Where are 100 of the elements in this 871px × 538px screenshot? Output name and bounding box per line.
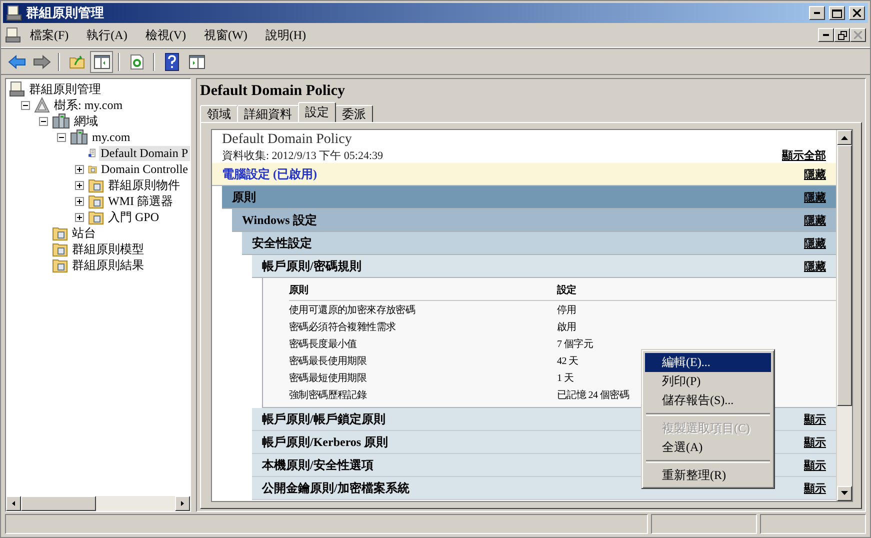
plus-icon xyxy=(77,214,82,220)
section-title: 安全性設定 xyxy=(252,234,312,252)
menu-item[interactable]: 視窗(W) xyxy=(195,24,256,46)
section-title: 帳戶原則/Kerberos 原則 xyxy=(262,434,388,450)
menu-item[interactable]: 儲存報告(S)... xyxy=(645,391,771,410)
section-title: 本機原則/安全性選項 xyxy=(262,456,374,474)
tab[interactable]: 領域 xyxy=(200,105,238,122)
close-icon xyxy=(854,31,862,39)
back-arrow-icon xyxy=(8,55,26,69)
show-all-link[interactable]: 顯示全部 xyxy=(782,148,826,163)
hide-link[interactable]: 隱藏 xyxy=(804,236,826,250)
menu-item[interactable]: 全選(A) xyxy=(645,438,771,457)
collapse-button[interactable] xyxy=(21,100,30,110)
plus-icon xyxy=(77,182,82,188)
table-cell-text: 密碼最短使用期限 xyxy=(289,372,367,384)
console-icon xyxy=(9,81,25,97)
show-link[interactable]: 顯示 xyxy=(804,434,826,450)
menu-item[interactable]: 重新整理(R) xyxy=(645,466,771,485)
tree-item[interactable]: 樹系: my.com xyxy=(52,96,125,114)
tree-item[interactable]: my.com xyxy=(90,130,132,144)
close-button[interactable] xyxy=(849,6,865,20)
show-link[interactable]: 顯示 xyxy=(804,412,826,426)
table-cell-text: 7 個字元 xyxy=(557,338,594,350)
up-arrow-icon xyxy=(841,135,848,140)
tree-item[interactable]: 群組原則管理 xyxy=(27,80,103,98)
action-pane-icon xyxy=(188,55,204,69)
tab[interactable]: 詳細資料 xyxy=(237,105,299,122)
maximize-button[interactable] xyxy=(829,6,845,20)
table-cell-text: 已記憶 24 個密碼 xyxy=(557,388,630,402)
minus-icon xyxy=(59,134,64,140)
close-button[interactable] xyxy=(850,28,866,42)
servers-icon xyxy=(52,113,70,129)
minimize-button[interactable] xyxy=(818,28,834,42)
folder-up-icon xyxy=(68,54,84,70)
section-title: 電腦設定 (已啟用) xyxy=(222,166,317,182)
close-icon xyxy=(853,9,861,17)
table-cell-text: 使用可還原的加密來存放密碼 xyxy=(289,304,416,316)
servers-icon xyxy=(70,129,88,145)
triangle-icon xyxy=(34,97,50,113)
hide-link[interactable]: 隱藏 xyxy=(804,190,826,204)
restore-button[interactable] xyxy=(834,28,850,42)
plus-icon xyxy=(77,166,82,172)
folder-icon xyxy=(52,257,68,273)
maximize-icon xyxy=(832,8,842,18)
section-title: 帳戶原則/密碼規則 xyxy=(262,258,362,274)
menu-item[interactable]: 說明(H) xyxy=(256,24,316,46)
show-link[interactable]: 顯示 xyxy=(804,480,826,496)
tab[interactable]: 設定 xyxy=(298,102,336,122)
vertical-scrollbar[interactable] xyxy=(836,130,852,501)
tree-item[interactable]: Domain Controlle xyxy=(99,162,190,176)
menu-item[interactable]: 執行(A) xyxy=(78,24,136,46)
tree-item[interactable]: Default Domain P xyxy=(98,146,190,160)
expand-button[interactable] xyxy=(75,164,84,174)
section-title: 帳戶原則/帳戶鎖定原則 xyxy=(262,410,386,428)
toolbar-button[interactable] xyxy=(90,51,113,73)
console-icon xyxy=(6,5,22,21)
menu-item[interactable]: 檢視(V) xyxy=(136,24,196,46)
tree-item[interactable]: WMI 篩選器 xyxy=(106,192,175,210)
tree-item[interactable]: 群組原則結果 xyxy=(70,256,146,274)
down-arrow-icon xyxy=(841,491,848,496)
expand-button[interactable] xyxy=(75,212,84,222)
tree-item[interactable]: 入門 GPO xyxy=(106,208,162,226)
folder-icon xyxy=(52,241,68,257)
collapse-button[interactable] xyxy=(57,132,66,142)
minimize-icon xyxy=(814,12,820,14)
show-link[interactable]: 顯示 xyxy=(804,458,826,472)
refresh-icon xyxy=(130,54,144,70)
tree-item[interactable]: 群組原則模型 xyxy=(70,240,146,258)
expand-button[interactable] xyxy=(75,196,84,206)
help-icon xyxy=(164,53,178,71)
right-arrow-icon xyxy=(179,501,186,506)
expand-button[interactable] xyxy=(75,180,84,190)
folder-icon xyxy=(52,225,68,241)
column-header: 原則 xyxy=(289,284,308,297)
table-cell-text: 啟用 xyxy=(557,320,576,334)
tab[interactable]: 委派 xyxy=(335,105,373,122)
table-cell-text: 密碼長度最小值 xyxy=(289,338,357,350)
hide-link[interactable]: 隱藏 xyxy=(804,166,826,182)
column-header: 設定 xyxy=(557,283,576,297)
section-title: 公開金鑰原則/加密檔案系統 xyxy=(262,480,410,496)
collapse-button[interactable] xyxy=(39,116,48,126)
hide-link[interactable]: 隱藏 xyxy=(804,212,826,228)
minimize-button[interactable] xyxy=(809,6,825,20)
restore-icon xyxy=(838,30,846,40)
table-cell-text: 1 天 xyxy=(557,372,574,384)
table-cell-text: 密碼必須符合複雜性需求 xyxy=(289,320,396,334)
menu-item[interactable]: 檔案(F) xyxy=(21,24,78,46)
tree-item[interactable]: 網域 xyxy=(72,112,100,130)
menu-item[interactable]: 編輯(E)... xyxy=(645,353,771,372)
table-cell-text: 密碼最長使用期限 xyxy=(289,354,367,368)
section-title: Windows 設定 xyxy=(242,212,317,228)
window-title: 群組原則管理 xyxy=(26,4,105,22)
hide-link[interactable]: 隱藏 xyxy=(804,258,826,274)
tree-item[interactable]: 站台 xyxy=(70,224,98,242)
left-arrow-icon xyxy=(10,501,17,506)
horizontal-scrollbar[interactable] xyxy=(6,496,190,511)
tree-item[interactable]: 群組原則物件 xyxy=(106,176,182,194)
menu-item[interactable]: 列印(P) xyxy=(645,372,771,391)
console-icon xyxy=(5,27,21,43)
table-cell-text: 42 天 xyxy=(557,354,578,368)
